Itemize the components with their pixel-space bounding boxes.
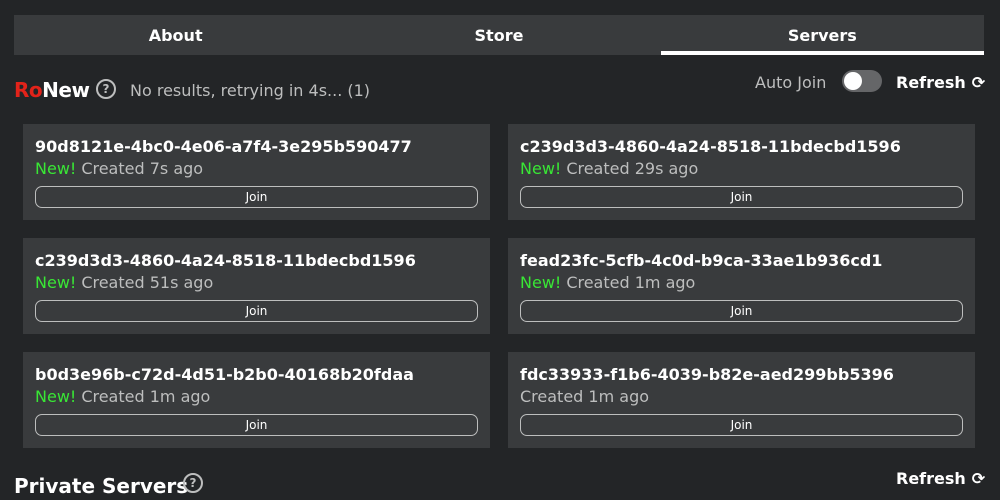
refresh-label: Refresh (896, 469, 966, 488)
refresh-icon: ⟳ (971, 73, 986, 92)
server-meta: New! Created 29s ago (520, 159, 698, 178)
new-badge: New! (520, 159, 562, 178)
tab-servers-label: Servers (787, 25, 857, 45)
join-button[interactable]: Join (520, 300, 963, 322)
new-badge: New! (35, 273, 77, 292)
server-meta: New! Created 51s ago (35, 273, 213, 292)
tab-store-label: Store (474, 25, 524, 45)
refresh-button[interactable]: Refresh ⟳ (896, 73, 985, 92)
server-card: c239d3d3-4860-4a24-8518-11bdecbd1596 New… (23, 238, 490, 334)
server-card: 90d8121e-4bc0-4e06-a7f4-3e295b590477 New… (23, 124, 490, 220)
tab-about-label: About (148, 25, 203, 45)
join-button[interactable]: Join (35, 414, 478, 436)
tab-store[interactable]: Store (337, 15, 660, 55)
toggle-knob (844, 72, 862, 90)
created-time: Created 1m ago (566, 273, 696, 292)
private-refresh-button[interactable]: Refresh ⟳ (896, 469, 985, 488)
tab-bar: About Store Servers (14, 15, 985, 55)
ronew-servers-page: About Store Servers RoNew ? No results, … (0, 0, 1000, 500)
auto-join-toggle[interactable] (842, 70, 882, 92)
refresh-icon: ⟳ (971, 469, 986, 488)
created-time: Created 1m ago (520, 387, 650, 406)
server-meta: New! Created 7s ago (35, 159, 203, 178)
created-time: Created 1m ago (81, 387, 211, 406)
ronew-header: RoNew ? No results, retrying in 4s... (1… (14, 68, 986, 108)
server-id: 90d8121e-4bc0-4e06-a7f4-3e295b590477 (35, 137, 412, 156)
question-circle-icon[interactable]: ? (96, 79, 116, 99)
server-id: fdc33933-f1b6-4039-b82e-aed299bb5396 (520, 365, 894, 384)
auto-join-label: Auto Join (755, 73, 827, 92)
created-time: Created 7s ago (81, 159, 204, 178)
new-badge: New! (35, 387, 77, 406)
status-message: No results, retrying in 4s... (1) (130, 81, 371, 100)
join-button[interactable]: Join (35, 186, 478, 208)
new-badge: New! (520, 273, 562, 292)
ronew-logo: RoNew (14, 78, 90, 102)
question-circle-icon[interactable]: ? (183, 473, 203, 493)
server-meta: New! Created 1m ago (35, 387, 210, 406)
private-servers-title: Private Servers (14, 474, 189, 498)
brand-new: New (42, 78, 90, 102)
server-list: 90d8121e-4bc0-4e06-a7f4-3e295b590477 New… (23, 124, 975, 448)
tab-servers[interactable]: Servers (660, 15, 985, 55)
server-id: fead23fc-5cfb-4c0d-b9ca-33ae1b936cd1 (520, 251, 883, 270)
server-card: fead23fc-5cfb-4c0d-b9ca-33ae1b936cd1 New… (508, 238, 975, 334)
join-button[interactable]: Join (520, 414, 963, 436)
tab-about[interactable]: About (14, 15, 337, 55)
server-id: c239d3d3-4860-4a24-8518-11bdecbd1596 (520, 137, 901, 156)
join-button[interactable]: Join (35, 300, 478, 322)
server-meta: New! Created 1m ago (520, 273, 695, 292)
server-id: c239d3d3-4860-4a24-8518-11bdecbd1596 (35, 251, 416, 270)
join-button[interactable]: Join (520, 186, 963, 208)
server-meta: Created 1m ago (520, 387, 649, 406)
server-card: c239d3d3-4860-4a24-8518-11bdecbd1596 New… (508, 124, 975, 220)
refresh-label: Refresh (896, 73, 966, 92)
brand-ro: Ro (14, 78, 43, 102)
server-id: b0d3e96b-c72d-4d51-b2b0-40168b20fdaa (35, 365, 414, 384)
new-badge: New! (35, 159, 77, 178)
created-time: Created 51s ago (81, 273, 214, 292)
server-card: b0d3e96b-c72d-4d51-b2b0-40168b20fdaa New… (23, 352, 490, 448)
server-card: fdc33933-f1b6-4039-b82e-aed299bb5396 Cre… (508, 352, 975, 448)
created-time: Created 29s ago (566, 159, 699, 178)
